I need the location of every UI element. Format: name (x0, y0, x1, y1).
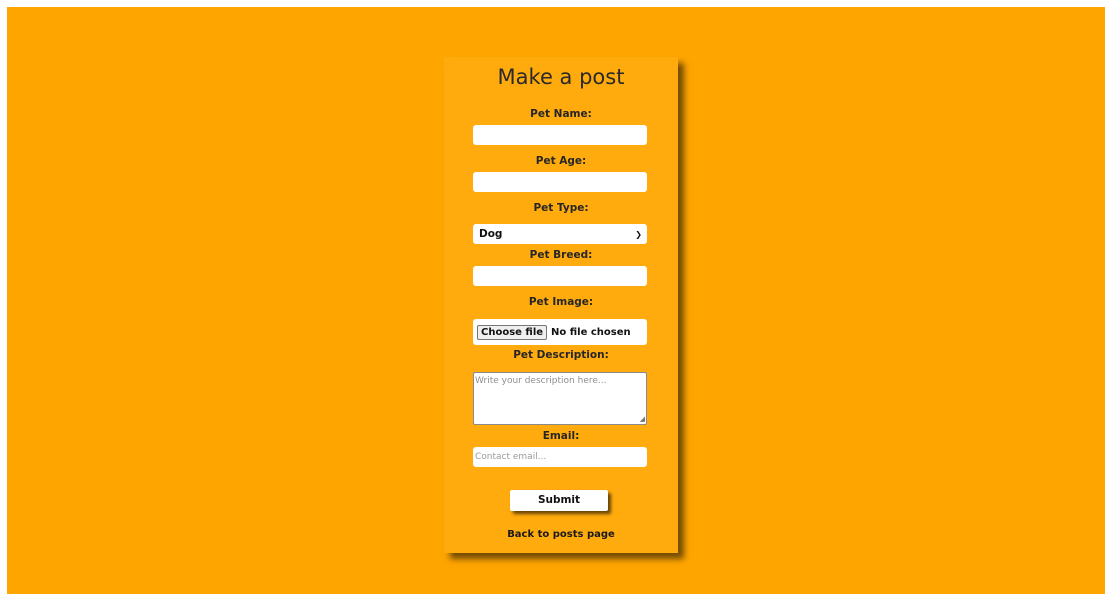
pet-description-textarea[interactable]: Write your description here... ◢ (473, 372, 647, 425)
description-placeholder: Write your description here... (475, 376, 607, 386)
choose-file-button[interactable]: Choose file (477, 324, 548, 340)
pet-image-file-input[interactable]: Choose file No file chosen (473, 319, 647, 345)
pet-type-label: Pet Type: (533, 202, 589, 214)
pet-description-label: Pet Description: (513, 349, 609, 361)
page-background: Make a post Pet Name: Pet Age: Pet Type:… (7, 7, 1105, 594)
post-form-card: Make a post Pet Name: Pet Age: Pet Type:… (444, 57, 678, 553)
resize-grip-icon[interactable]: ◢ (640, 416, 645, 423)
pet-name-label: Pet Name: (530, 108, 592, 120)
pet-name-input[interactable] (473, 125, 647, 145)
file-status-text: No file chosen (551, 326, 631, 338)
email-label: Email: (542, 430, 580, 442)
page-title: Make a post (497, 65, 625, 89)
submit-button[interactable]: Submit (510, 490, 608, 511)
pet-breed-input[interactable] (473, 266, 647, 286)
pet-age-input[interactable] (473, 172, 647, 192)
pet-type-selected-value: Dog (479, 228, 503, 240)
pet-image-label: Pet Image: (528, 296, 594, 308)
back-to-posts-link[interactable]: Back to posts page (444, 529, 678, 540)
chevron-down-icon: ❯ (635, 229, 642, 239)
email-input[interactable] (473, 447, 647, 467)
pet-breed-label: Pet Breed: (529, 249, 593, 261)
pet-type-select[interactable]: Dog ❯ (473, 224, 647, 244)
pet-age-label: Pet Age: (535, 155, 587, 167)
